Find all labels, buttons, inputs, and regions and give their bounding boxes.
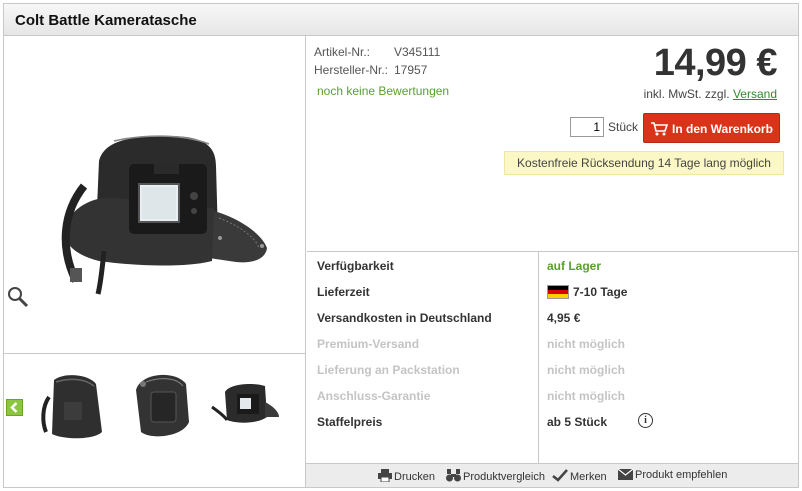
germany-flag-icon <box>547 285 569 299</box>
arrow-left-icon[interactable] <box>6 399 23 416</box>
info-label: Staffelpreis <box>317 415 383 429</box>
add-to-cart-button[interactable]: In den Warenkorb <box>643 113 780 143</box>
printer-icon <box>378 469 392 483</box>
vat-text: inkl. MwSt. zzgl. <box>643 87 730 101</box>
info-label: Lieferung an Packstation <box>317 363 460 377</box>
premium-shipping-value: nicht möglich <box>547 337 625 351</box>
quantity-unit: Stück <box>608 120 639 134</box>
remember-button[interactable]: Merken <box>552 469 607 483</box>
binoculars-icon <box>446 469 461 482</box>
shipping-link[interactable]: Versand <box>733 87 777 101</box>
shipping-cost-value: 4,95 € <box>547 311 581 325</box>
image-column <box>4 36 306 487</box>
print-label: Drucken <box>394 471 435 483</box>
manufacturer-number-value: 17957 <box>394 63 428 77</box>
connection-warranty-value: nicht möglich <box>547 389 625 403</box>
article-number-value: V345111 <box>394 45 441 59</box>
price: 14,99 € <box>653 42 778 84</box>
vat-note: inkl. MwSt. zzgl. Versand <box>644 87 777 101</box>
product-title: Colt Battle Kameratasche <box>15 12 197 29</box>
info-label: Anschluss-Garantie <box>317 389 431 403</box>
return-notice: Kostenfreie Rücksendung 14 Tage lang mög… <box>504 151 784 175</box>
rating-text[interactable]: noch keine Bewertungen <box>317 84 449 98</box>
info-icon[interactable]: i <box>638 413 653 428</box>
compare-label: Produktvergleich <box>463 471 545 483</box>
info-row-premium-shipping: Premium-Versand nicht möglich <box>307 330 798 356</box>
tier-price-value: ab 5 Stück <box>547 415 608 429</box>
info-label: Verfügbarkeit <box>317 259 394 273</box>
info-row-availability: Verfügbarkeit auf Lager <box>307 252 798 278</box>
print-button[interactable]: Drucken <box>378 469 435 483</box>
info-row-packstation: Lieferung an Packstation nicht möglich <box>307 356 798 382</box>
product-panel: Colt Battle Kameratasche Artikel-Nr.: V3… <box>3 3 799 488</box>
info-row-connection-warranty: Anschluss-Garantie nicht möglich <box>307 382 798 408</box>
recommend-label: Produkt empfehlen <box>635 469 728 481</box>
camera-bag-image <box>61 135 267 295</box>
manufacturer-number-label: Hersteller-Nr.: <box>314 63 389 77</box>
checkmark-icon <box>552 469 568 482</box>
shopping-cart-icon <box>651 122 668 136</box>
magnifier-icon[interactable] <box>7 286 29 308</box>
envelope-icon <box>617 468 634 480</box>
title-bar: Colt Battle Kameratasche <box>4 4 798 36</box>
compare-button[interactable]: Produktvergleich <box>446 469 545 483</box>
thumbnail-2[interactable] <box>121 362 201 442</box>
delivery-time-text: 7-10 Tage <box>573 285 628 299</box>
info-label: Lieferzeit <box>317 285 370 299</box>
article-meta: Artikel-Nr.: V345111 Hersteller-Nr.: 17957 <box>314 43 440 79</box>
info-row-shipping-cost: Versandkosten in Deutschland 4,95 € <box>307 304 798 330</box>
main-product-image[interactable] <box>4 36 306 354</box>
remember-label: Merken <box>570 471 607 483</box>
packstation-value: nicht möglich <box>547 363 625 377</box>
quantity-input[interactable] <box>570 117 604 137</box>
info-row-tier-price: Staffelpreis ab 5 Stück i <box>307 408 798 434</box>
info-label: Versandkosten in Deutschland <box>317 311 492 325</box>
availability-value: auf Lager <box>547 259 602 273</box>
thumbnail-1[interactable] <box>34 362 114 442</box>
info-label: Premium-Versand <box>317 337 420 351</box>
column-divider <box>538 251 539 465</box>
info-table: Verfügbarkeit auf Lager Lieferzeit 7-10 … <box>307 251 798 434</box>
action-bar: Drucken Produktvergleich Merken Produkt … <box>306 463 798 487</box>
recommend-button[interactable]: Produkt empfehlen <box>617 468 728 481</box>
article-number-label: Artikel-Nr.: <box>314 45 371 59</box>
thumbnail-3[interactable] <box>207 362 287 442</box>
delivery-time-value: 7-10 Tage <box>547 285 627 299</box>
info-row-delivery-time: Lieferzeit 7-10 Tage <box>307 278 798 304</box>
add-to-cart-label: In den Warenkorb <box>672 122 773 136</box>
thumbnail-strip <box>4 354 306 487</box>
